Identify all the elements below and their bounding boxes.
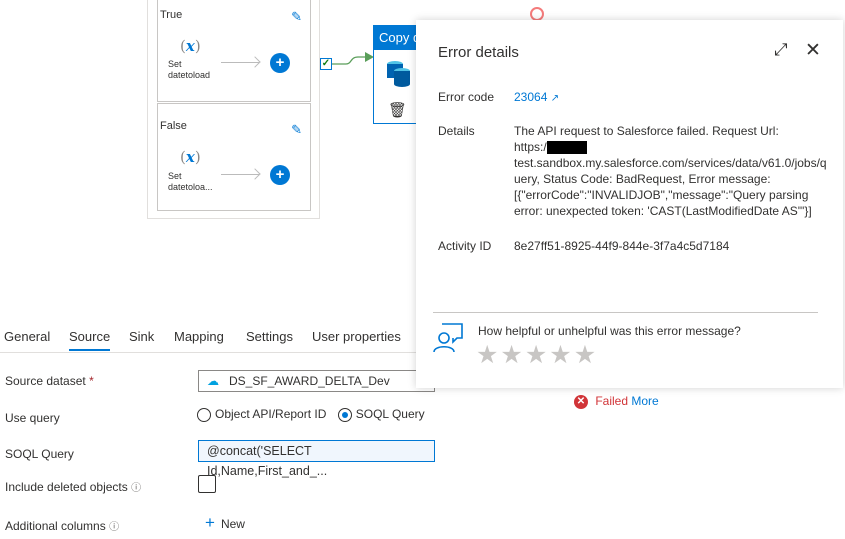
star-1-icon[interactable]: ★ xyxy=(476,341,498,369)
success-connector xyxy=(332,52,374,65)
soql-query-input[interactable]: @concat('SELECT Id,Name,First_and_... xyxy=(198,440,435,478)
tab-bar: General Source Sink Mapping Settings Use… xyxy=(0,326,416,353)
add-activity-button[interactable]: + xyxy=(270,53,290,73)
redacted-block xyxy=(546,141,587,155)
delete-trash-icon[interactable]: 🗑 xyxy=(388,101,407,119)
divider xyxy=(433,312,818,313)
rating-stars: ★★★★★ xyxy=(476,340,598,370)
activity-id-value: 8e27ff51-8925-44f9-844e-3f7a4c5d7184 xyxy=(514,239,730,253)
star-2-icon[interactable]: ★ xyxy=(500,341,522,369)
true-branch[interactable]: True ✎ (x) Set datetoload + xyxy=(157,0,311,102)
tab-settings[interactable]: Settings xyxy=(246,329,293,344)
false-branch[interactable]: False ✎ (x) Set datetoloa... + xyxy=(157,103,311,211)
info-icon: ⓘ xyxy=(109,522,120,533)
details-label: Details xyxy=(438,124,475,138)
source-dataset-label: Source dataset * xyxy=(5,374,94,388)
panel-title: Error details xyxy=(438,44,519,61)
error-circle-icon: ✕ xyxy=(574,394,588,409)
additional-columns-label: Additional columns ⓘ xyxy=(5,519,120,533)
add-activity-button[interactable]: + xyxy=(270,165,290,185)
error-code-label: Error code xyxy=(438,90,495,104)
more-link[interactable]: More xyxy=(631,394,658,408)
use-query-radio-group: Object API/Report ID SOQL Query xyxy=(197,407,425,422)
use-query-label: Use query xyxy=(5,411,60,425)
star-3-icon[interactable]: ★ xyxy=(525,341,547,369)
tab-general[interactable]: General xyxy=(4,329,50,344)
feedback-question: How helpful or unhelpful was this error … xyxy=(478,324,741,338)
activity-label[interactable]: Set datetoloa... xyxy=(168,171,213,193)
error-details-panel: Error details ⤢ ✕ Error code 23064 ↗ Det… xyxy=(416,20,843,388)
arrow-icon xyxy=(221,174,259,175)
variable-fx-icon: (x) xyxy=(180,148,201,166)
radio-soql-query[interactable]: SOQL Query xyxy=(337,407,425,422)
variable-fx-icon: (x) xyxy=(180,37,201,55)
source-dataset-select[interactable]: ☁ DS_SF_AWARD_DELTA_Dev xyxy=(198,370,435,392)
tab-user-properties[interactable]: User properties xyxy=(312,329,401,344)
star-4-icon[interactable]: ★ xyxy=(549,341,571,369)
include-deleted-checkbox[interactable] xyxy=(198,475,216,493)
expand-icon[interactable]: ⤢ xyxy=(774,40,788,60)
success-checkbox-icon[interactable]: ✓ xyxy=(320,58,332,70)
edit-pencil-icon[interactable]: ✎ xyxy=(291,9,302,25)
close-icon[interactable]: ✕ xyxy=(805,39,821,62)
activity-status: ✕ Failed More xyxy=(574,394,659,409)
branch-title: False xyxy=(160,120,187,132)
details-text: The API request to Salesforce failed. Re… xyxy=(514,124,827,218)
branch-title: True xyxy=(160,9,183,21)
feedback-person-icon xyxy=(433,323,463,352)
tab-mapping[interactable]: Mapping xyxy=(174,329,224,344)
loading-spinner-icon xyxy=(530,7,544,21)
soql-query-label: SOQL Query xyxy=(5,447,74,461)
arrow-icon xyxy=(221,62,259,63)
database-icon xyxy=(387,61,410,87)
star-5-icon[interactable]: ★ xyxy=(574,341,596,369)
salesforce-cloud-icon: ☁ xyxy=(207,374,219,388)
status-text: Failed xyxy=(595,394,629,408)
activity-id-label: Activity ID xyxy=(438,239,492,253)
include-deleted-label: Include deleted objects ⓘ xyxy=(5,480,142,494)
tab-source[interactable]: Source xyxy=(69,329,111,351)
external-link-icon: ↗ xyxy=(550,93,560,104)
plus-icon: + xyxy=(205,513,215,532)
error-code-link[interactable]: 23064 ↗ xyxy=(514,89,832,107)
tab-sink[interactable]: Sink xyxy=(129,329,154,344)
info-icon: ⓘ xyxy=(131,483,142,494)
new-column-button[interactable]: + New xyxy=(205,513,245,533)
activity-label[interactable]: Set datetoload xyxy=(168,59,210,81)
radio-object-api[interactable]: Object API/Report ID xyxy=(197,407,326,422)
edit-pencil-icon[interactable]: ✎ xyxy=(291,122,302,138)
